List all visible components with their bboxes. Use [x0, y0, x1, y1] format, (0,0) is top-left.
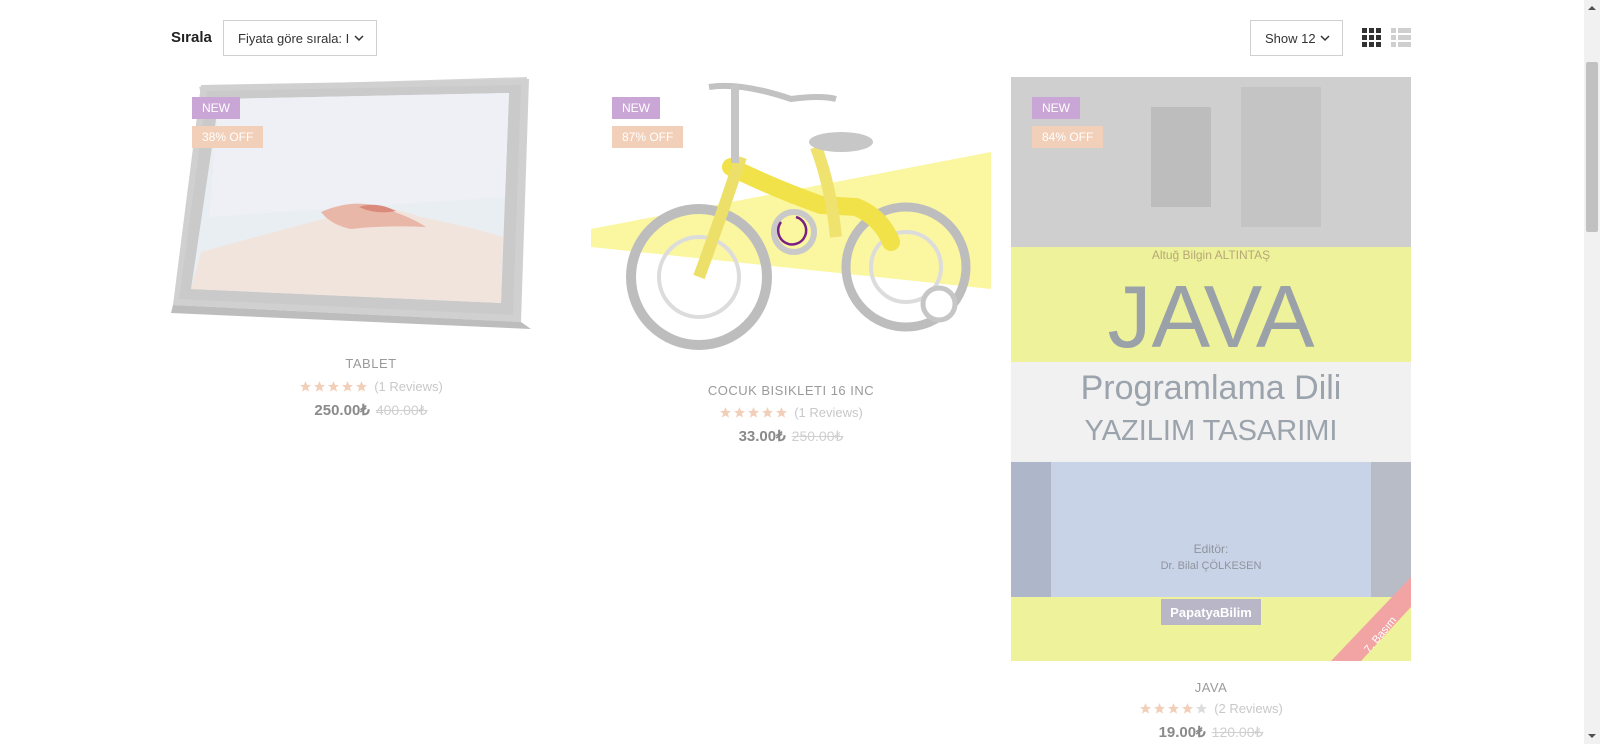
rating-stars: [1139, 702, 1208, 715]
star-icon: [314, 381, 326, 392]
old-price: 250.00₺: [791, 428, 844, 444]
star-icon: [748, 407, 760, 418]
star-icon: [342, 381, 354, 392]
book-cover-image: Altuğ Bilgin ALTINTAŞ JAVA Programlama D…: [1011, 77, 1411, 661]
product-image-bicycle[interactable]: [591, 77, 991, 367]
discount-badge: 84% OFF: [1032, 126, 1104, 148]
review-count[interactable]: (1 Reviews): [794, 405, 863, 420]
new-badge: NEW: [612, 97, 660, 119]
book-title: JAVA: [1107, 267, 1314, 366]
scroll-down-icon[interactable]: [1584, 728, 1600, 744]
chevron-down-icon: [1320, 35, 1330, 42]
product-image-java-book[interactable]: Altuğ Bilgin ALTINTAŞ JAVA Programlama D…: [1011, 77, 1411, 661]
review-count[interactable]: (2 Reviews): [1214, 701, 1283, 716]
product-title[interactable]: TABLET: [171, 356, 571, 371]
star-icon: [1182, 703, 1194, 714]
rating-stars: [719, 406, 788, 419]
sort-select[interactable]: Fiyata göre sırala: I: [223, 20, 377, 56]
product-rating: (2 Reviews): [1011, 701, 1411, 716]
chevron-down-icon: [354, 35, 364, 42]
product-price: 19.00₺ 120.00₺: [1011, 723, 1411, 741]
current-price: 250.00₺: [314, 402, 370, 419]
star-icon: [1168, 703, 1180, 714]
list-view-icon[interactable]: [1391, 28, 1411, 48]
star-icon: [328, 381, 340, 392]
product-title[interactable]: JAVA: [1011, 680, 1411, 695]
grid-view-icon[interactable]: [1362, 28, 1382, 48]
star-icon: [762, 407, 774, 418]
book-editor-label: Editör:: [1194, 542, 1229, 556]
review-count[interactable]: (1 Reviews): [374, 379, 443, 394]
star-icon: [356, 381, 368, 392]
product-card[interactable]: Altuğ Bilgin ALTINTAŞ JAVA Programlama D…: [1011, 77, 1411, 744]
sort-label: Sırala: [171, 29, 212, 46]
shop-toolbar: Sırala Fiyata göre sırala: I Show 12: [0, 0, 1584, 76]
star-icon: [1140, 703, 1152, 714]
product-rating: (1 Reviews): [171, 379, 571, 394]
scroll-thumb[interactable]: [1586, 62, 1598, 232]
book-subtitle-1: Programlama Dili: [1081, 369, 1342, 407]
star-icon: [1196, 703, 1208, 714]
show-select-value: Show 12: [1265, 30, 1316, 46]
book-editor-name: Dr. Bilal ÇÖLKESEN: [1161, 560, 1262, 572]
star-icon: [734, 407, 746, 418]
product-card[interactable]: NEW 87% OFF COCUK BISIKLETI 16 INC (1 Re…: [591, 77, 991, 447]
old-price: 120.00₺: [1211, 724, 1264, 740]
bicycle-image: [591, 82, 991, 350]
product-price: 250.00₺ 400.00₺: [171, 401, 571, 419]
star-icon: [776, 407, 788, 418]
page-scrollbar[interactable]: [1584, 0, 1600, 744]
show-per-page-select[interactable]: Show 12: [1250, 20, 1343, 56]
star-icon: [720, 407, 732, 418]
book-subtitle-2: YAZILIM TASARIMI: [1085, 415, 1338, 447]
product-title[interactable]: COCUK BISIKLETI 16 INC: [591, 383, 991, 398]
book-author: Altuğ Bilgin ALTINTAŞ: [1152, 248, 1270, 262]
product-price: 33.00₺ 250.00₺: [591, 427, 991, 445]
rating-stars: [299, 380, 368, 393]
sort-select-value: Fiyata göre sırala: I: [238, 30, 350, 46]
discount-badge: 87% OFF: [612, 126, 684, 148]
new-badge: NEW: [192, 97, 240, 119]
product-rating: (1 Reviews): [591, 405, 991, 420]
book-publisher: PapatyaBilim: [1170, 605, 1252, 620]
discount-badge: 38% OFF: [192, 126, 264, 148]
old-price: 400.00₺: [375, 402, 428, 418]
current-price: 33.00₺: [738, 428, 786, 445]
star-icon: [300, 381, 312, 392]
new-badge: NEW: [1032, 97, 1080, 119]
star-icon: [1154, 703, 1166, 714]
product-card[interactable]: NEW 38% OFF TABLET (1 Reviews) 250.00₺ 40…: [171, 77, 571, 419]
scroll-up-icon[interactable]: [1584, 0, 1600, 16]
current-price: 19.00₺: [1158, 724, 1206, 741]
